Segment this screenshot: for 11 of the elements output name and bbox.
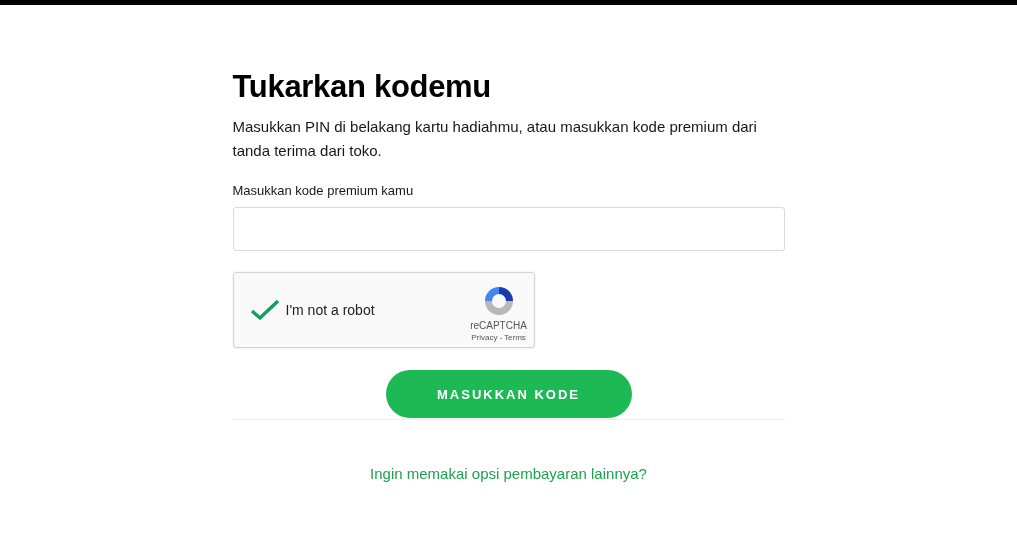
page-title: Tukarkan kodemu [232,69,492,105]
captcha-checkbox[interactable] [249,299,280,321]
privacy-link[interactable]: Privacy [471,332,498,342]
terms-link[interactable]: Terms [504,332,526,342]
description: Masukkan PIN di belakang kartu hadiahmu, atau masukkan kode premium dari tanda terima dari toko. [232,117,758,161]
recaptcha-brand: reCAPTCHA [470,319,527,331]
recaptcha-logo-icon [482,284,515,317]
field-label: Masukkan kode premium kamu [232,183,415,198]
link-separator: - [499,332,503,342]
captcha-label: I'm not a robot [285,302,375,318]
code-input-field[interactable] [232,207,785,251]
